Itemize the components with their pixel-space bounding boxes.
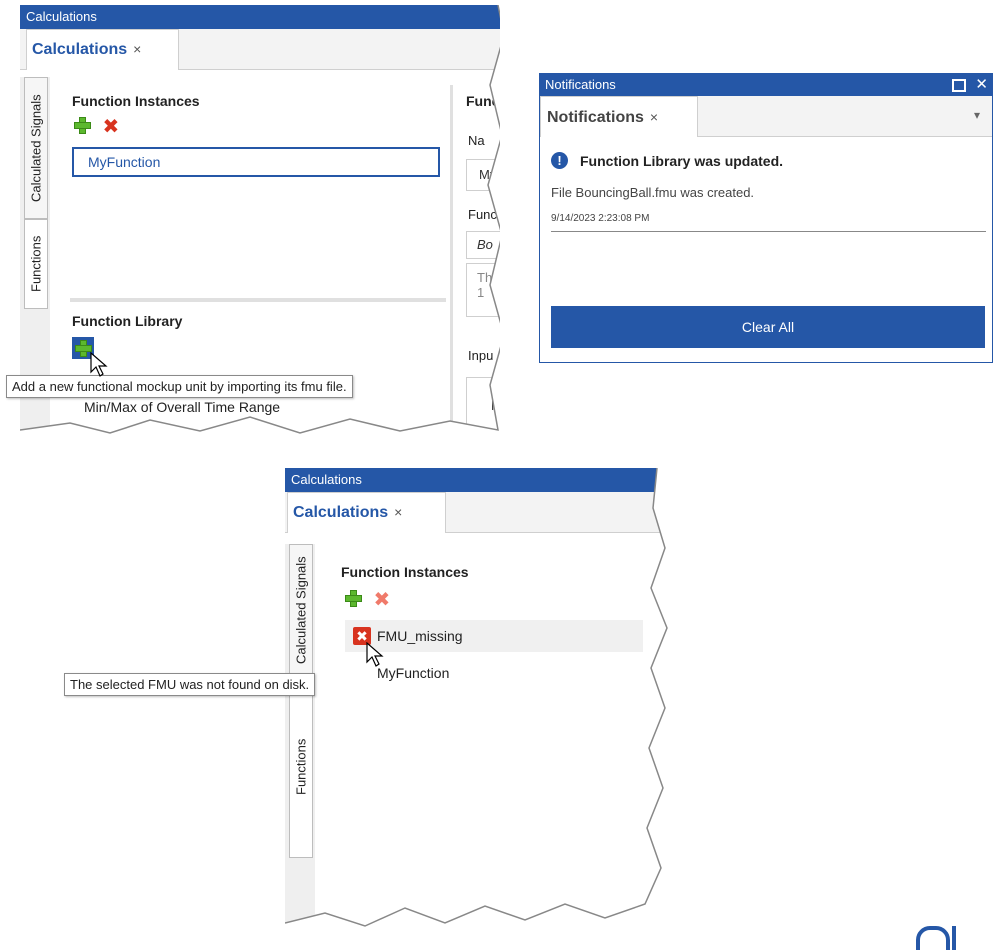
info-icon: ! — [551, 152, 568, 169]
clear-all-label: Clear All — [741, 319, 795, 335]
maximize-icon[interactable] — [952, 79, 966, 92]
tooltip-text: Add a new functional mockup unit by impo… — [12, 379, 347, 394]
clear-all-button[interactable]: Clear All — [551, 306, 985, 348]
fmu-missing-tooltip: The selected FMU was not found on disk. — [64, 673, 316, 696]
notification-separator — [551, 231, 986, 232]
mouse-pointer-icon — [90, 352, 108, 377]
calculations-panel-bottom: Calculations Calculations × Calculated Si… — [285, 468, 670, 928]
notifications-tab-strip: Notifications × ▾ — [540, 96, 992, 137]
tab-label: Notifications — [547, 109, 644, 126]
tab-close-icon[interactable]: × — [650, 109, 658, 125]
notification-body: File BouncingBall.fmu was created. — [551, 185, 755, 200]
import-fmu-tooltip: Add a new functional mockup unit by impo… — [6, 375, 353, 398]
notifications-titlebar: Notifications ✕ — [540, 74, 992, 96]
dropdown-icon[interactable]: ▾ — [974, 108, 980, 122]
close-icon[interactable]: ✕ — [975, 74, 988, 96]
notification-title: Function Library was updated. — [580, 153, 784, 169]
notifications-panel: Notifications ✕ Notifications × ▾ ! Funct… — [539, 73, 993, 363]
tooltip-text: The selected FMU was not found on disk. — [70, 677, 310, 692]
tab-notifications[interactable]: Notifications × — [540, 96, 698, 137]
torn-edge — [285, 468, 670, 928]
notification-timestamp: 9/14/2023 2:23:08 PM — [551, 213, 650, 224]
page-number-fragment — [912, 920, 982, 950]
mouse-pointer-icon — [366, 642, 384, 667]
notifications-title: Notifications — [545, 77, 616, 92]
